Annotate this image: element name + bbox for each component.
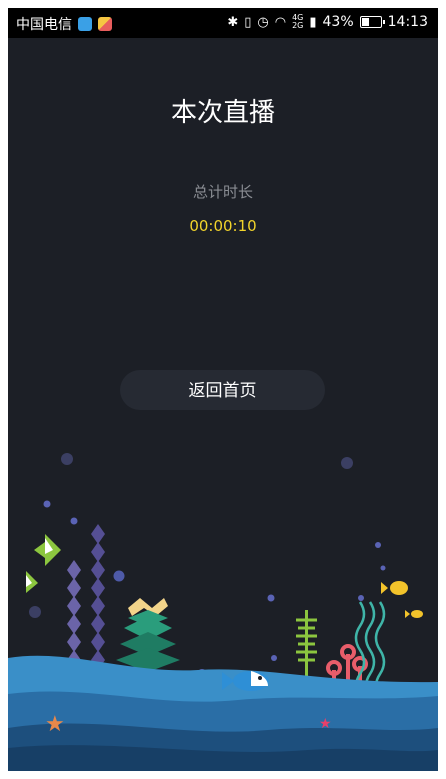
battery-level (361, 18, 369, 26)
coral-plant (116, 598, 180, 672)
diamond-seaweed-right (91, 524, 105, 670)
bubble (113, 570, 125, 582)
kelp-plant (296, 610, 317, 680)
bubble (341, 457, 353, 469)
signal-icon: ▮ (309, 14, 317, 30)
alarm-icon: ◷ (257, 14, 269, 30)
network-type: 4G 2G (292, 14, 303, 30)
app-notification-icon (78, 17, 92, 31)
bubble (271, 655, 277, 661)
diamond-seaweed-left (67, 560, 81, 670)
status-bar-left: 中国电信 (16, 14, 112, 34)
back-to-home-button[interactable]: 返回首页 (120, 370, 325, 410)
device-frame: 中国电信 ✱ ▯ ◷ ◠ 4G 2G ▮ 43% 14:13 本次直播 总计时长 (0, 0, 446, 779)
duration-value: 00:00:10 (189, 217, 257, 235)
bubble (358, 595, 364, 601)
starfish-icon: ★ (45, 712, 65, 737)
page-title: 本次直播 (170, 98, 275, 128)
yellow-fish-icon (381, 581, 423, 618)
battery-percent: 43% (322, 14, 354, 30)
screen: 中国电信 ✱ ▯ ◷ ◠ 4G 2G ▮ 43% 14:13 本次直播 总计时长 (8, 8, 438, 771)
status-bar: 中国电信 ✱ ▯ ◷ ◠ 4G 2G ▮ 43% 14:13 (8, 8, 438, 38)
status-bar-right: ✱ ▯ ◷ ◠ 4G 2G ▮ 43% 14:13 (227, 14, 428, 31)
green-fish-icon (26, 534, 61, 593)
network-type-bottom: 2G (292, 21, 304, 30)
bubble (380, 565, 386, 571)
bubble (267, 594, 275, 602)
gallery-notification-icon (98, 17, 112, 31)
carrier-name: 中国电信 (16, 17, 72, 33)
duration-label: 总计时长 (192, 183, 253, 201)
vibrate-icon: ▯ (244, 14, 252, 30)
small-starfish-icon: ★ (319, 716, 332, 732)
ocean-illustration: ★ ★ (8, 453, 438, 771)
battery-icon (359, 16, 385, 28)
bubble (43, 500, 51, 508)
bubble (61, 453, 73, 465)
clock: 14:13 (387, 14, 428, 30)
bubble (29, 606, 41, 618)
bubble (375, 542, 381, 548)
bubble (70, 517, 78, 525)
wifi-icon: ◠ (274, 14, 287, 30)
bluetooth-icon: ✱ (227, 14, 239, 30)
